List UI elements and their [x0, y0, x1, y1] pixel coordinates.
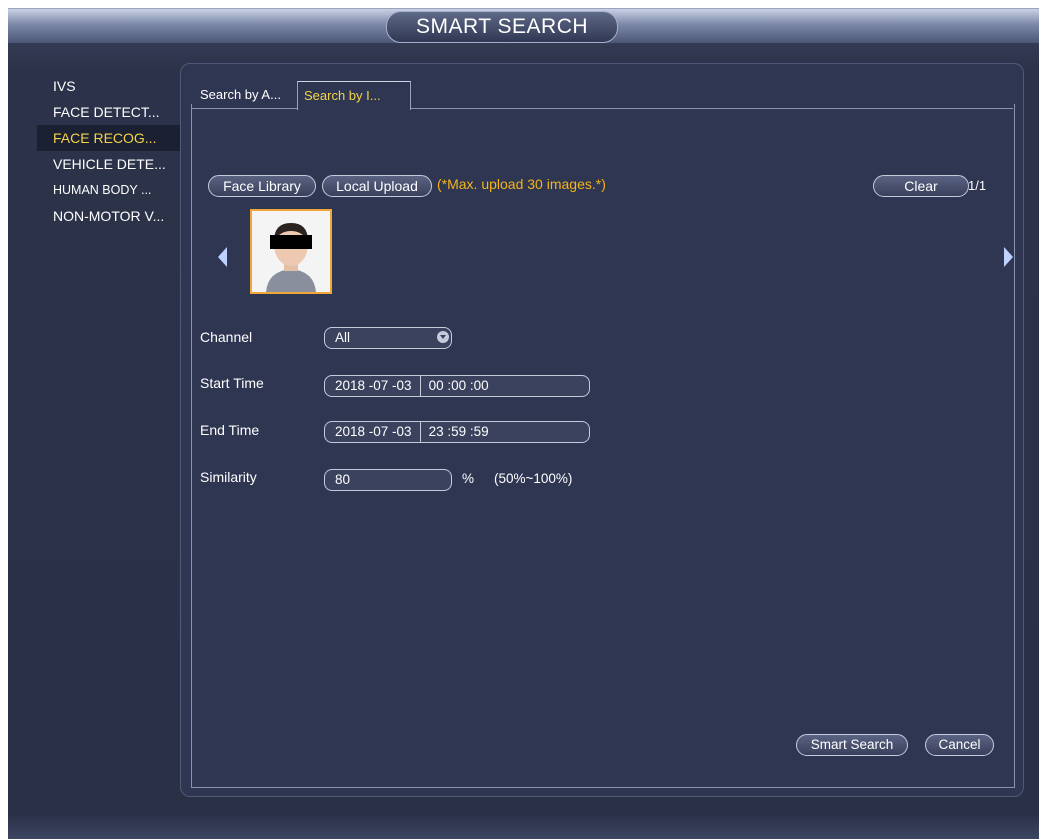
end-time-field[interactable]: 2018 -07 -03 23 :59 :59 [324, 421, 590, 443]
local-upload-button[interactable]: Local Upload [322, 175, 432, 197]
similarity-input[interactable]: 80 [324, 469, 452, 491]
bottom-bar [8, 814, 1039, 839]
start-time-label: Start Time [200, 375, 264, 391]
end-time-label: End Time [200, 422, 260, 438]
tab-search-by-attribute[interactable]: Search by A... [194, 81, 302, 109]
sidebar-menu: IVS FACE DETECT... FACE RECOG... VEHICLE… [37, 73, 182, 229]
start-date-value[interactable]: 2018 -07 -03 [335, 376, 412, 396]
smart-search-button[interactable]: Smart Search [796, 734, 908, 756]
end-date-value[interactable]: 2018 -07 -03 [335, 422, 412, 442]
sidebar-item-face-detect[interactable]: FACE DETECT... [37, 99, 182, 125]
upload-limit-note: (*Max. upload 30 images.*) [437, 176, 606, 192]
face-thumbnail[interactable] [250, 209, 332, 294]
face-library-button[interactable]: Face Library [208, 175, 316, 197]
similarity-range: (50%~100%) [494, 471, 573, 486]
cancel-button[interactable]: Cancel [925, 734, 994, 756]
similarity-unit: % [462, 471, 475, 486]
window-title: SMART SEARCH [386, 11, 618, 43]
clear-button[interactable]: Clear [873, 175, 969, 197]
sidebar-item-human-body[interactable]: HUMAN BODY ... [37, 177, 182, 203]
channel-select[interactable]: All [324, 327, 452, 349]
channel-label: Channel [200, 329, 253, 345]
chevron-right-icon[interactable] [1004, 247, 1013, 267]
start-time-value[interactable]: 00 :00 :00 [429, 376, 489, 396]
tab-content [191, 104, 1015, 788]
dropdown-arrow-icon[interactable] [437, 331, 449, 343]
sidebar-item-vehicle-detect[interactable]: VEHICLE DETE... [37, 151, 182, 177]
similarity-label: Similarity [200, 469, 257, 485]
start-time-field[interactable]: 2018 -07 -03 00 :00 :00 [324, 375, 590, 397]
tab-search-by-image[interactable]: Search by I... [297, 81, 411, 110]
end-time-value[interactable]: 23 :59 :59 [429, 422, 489, 442]
sidebar-item-non-motor[interactable]: NON-MOTOR V... [37, 203, 182, 229]
page-indicator: 1/1 [968, 178, 987, 193]
sidebar-item-face-recog[interactable]: FACE RECOG... [37, 125, 182, 151]
title-bar: SMART SEARCH [8, 9, 1039, 43]
sidebar-item-ivs[interactable]: IVS [37, 73, 182, 99]
channel-value: All [335, 330, 351, 345]
face-photo-icon [252, 211, 330, 292]
chevron-left-icon[interactable] [218, 247, 227, 267]
